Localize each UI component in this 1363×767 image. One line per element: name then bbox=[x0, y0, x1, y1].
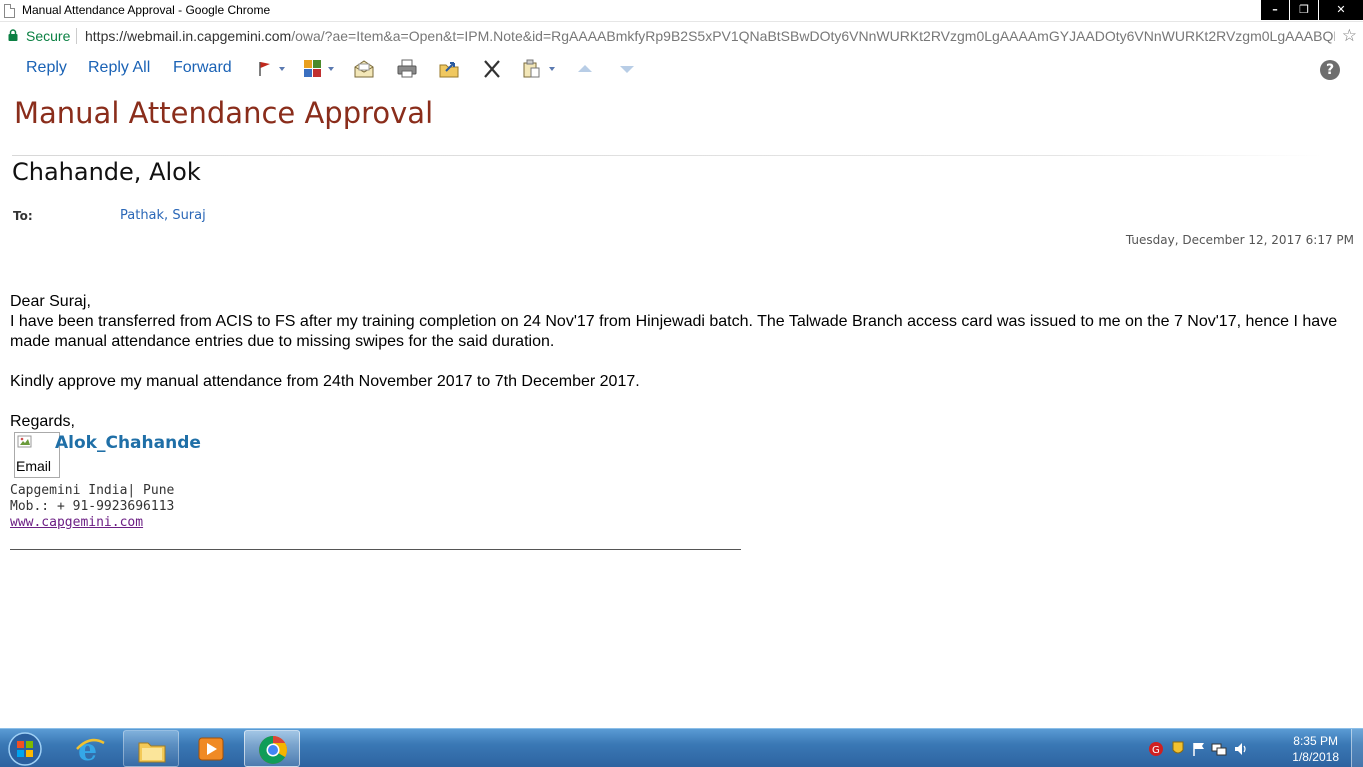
categories-dropdown-caret[interactable] bbox=[328, 67, 334, 71]
security-tray-icon[interactable]: G bbox=[1148, 741, 1164, 757]
window-title-bar: Manual Attendance Approval - Google Chro… bbox=[0, 0, 1363, 22]
url-host: https://webmail.in.capgemini.com bbox=[85, 28, 292, 44]
taskbar-media-player[interactable] bbox=[183, 730, 239, 767]
minimize-button[interactable]: – bbox=[1261, 0, 1289, 20]
message-body: Dear Suraj, I have been transferred from… bbox=[10, 292, 1360, 432]
url-path: /owa/?ae=Item&a=Open&t=IPM.Note&id=RgAAA… bbox=[291, 28, 1335, 44]
signature-company: Capgemini India| Pune bbox=[10, 483, 175, 498]
restore-button[interactable]: ❐ bbox=[1290, 0, 1318, 20]
message-date: Tuesday, December 12, 2017 6:17 PM bbox=[1125, 233, 1354, 247]
signature-image: Email bbox=[14, 432, 60, 478]
taskbar: e G 8:35 PM 1/8/2018 bbox=[0, 728, 1363, 767]
body-paragraph-1: I have been transferred from ACIS to FS … bbox=[10, 313, 1338, 350]
flag-icon[interactable] bbox=[256, 59, 278, 79]
bookmark-star-icon[interactable]: ☆ bbox=[1342, 26, 1357, 46]
clock-time: 8:35 PM bbox=[1293, 734, 1338, 748]
lock-icon bbox=[8, 29, 18, 41]
chrome-icon bbox=[259, 736, 287, 764]
taskbar-clock[interactable]: 8:35 PM 1/8/2018 bbox=[1292, 733, 1339, 765]
address-bar[interactable]: Secure https://webmail.in.capgemini.com/… bbox=[0, 23, 1363, 50]
clock-date: 1/8/2018 bbox=[1292, 750, 1339, 764]
signature-divider bbox=[10, 549, 741, 550]
show-desktop-button[interactable] bbox=[1351, 729, 1363, 767]
categories-icon[interactable] bbox=[303, 59, 325, 79]
reply-all-button[interactable]: Reply All bbox=[88, 59, 150, 77]
svg-text:G: G bbox=[1152, 745, 1160, 756]
junk-dropdown-caret[interactable] bbox=[549, 67, 555, 71]
signature-image-alt: Email bbox=[16, 458, 52, 474]
broken-image-icon bbox=[17, 435, 32, 448]
next-item-icon[interactable] bbox=[616, 59, 638, 79]
window-title: Manual Attendance Approval - Google Chro… bbox=[22, 3, 271, 17]
message-subject: Manual Attendance Approval bbox=[14, 96, 434, 130]
message-sender[interactable]: Chahande, Alok bbox=[12, 158, 201, 186]
action-center-flag-icon[interactable] bbox=[1191, 741, 1207, 757]
mark-unread-icon[interactable] bbox=[353, 59, 375, 79]
flag-dropdown-caret[interactable] bbox=[279, 67, 285, 71]
start-button-icon[interactable] bbox=[5, 731, 45, 767]
taskbar-google-chrome[interactable] bbox=[244, 730, 300, 767]
to-label: To: bbox=[13, 209, 33, 223]
folder-icon bbox=[138, 742, 166, 763]
close-button[interactable]: ✕ bbox=[1319, 0, 1363, 20]
address-separator bbox=[76, 28, 77, 44]
move-to-folder-icon[interactable] bbox=[438, 59, 460, 79]
greeting: Dear Suraj, bbox=[10, 293, 91, 310]
print-icon[interactable] bbox=[396, 59, 418, 79]
signature-name: Alok_Chahande bbox=[55, 433, 201, 453]
signature-details: Capgemini India| Pune Mob.: + 91-9923696… bbox=[10, 483, 174, 531]
shield-tray-icon[interactable] bbox=[1170, 741, 1186, 757]
page-icon bbox=[4, 4, 15, 18]
taskbar-internet-explorer[interactable]: e bbox=[62, 730, 118, 767]
delete-icon[interactable] bbox=[481, 59, 503, 79]
network-icon[interactable] bbox=[1211, 741, 1227, 757]
junk-mail-icon[interactable] bbox=[522, 59, 544, 79]
reply-button[interactable]: Reply bbox=[26, 59, 67, 77]
help-icon[interactable]: ? bbox=[1320, 60, 1340, 80]
signature-mobile: Mob.: + 91-9923696113 bbox=[10, 499, 175, 514]
forward-button[interactable]: Forward bbox=[173, 59, 232, 77]
signature-website-link[interactable]: www.capgemini.com bbox=[10, 515, 143, 530]
closing: Regards, bbox=[10, 413, 75, 430]
taskbar-file-explorer[interactable] bbox=[123, 730, 179, 767]
media-player-icon bbox=[198, 737, 224, 761]
internet-explorer-icon: e bbox=[76, 733, 105, 765]
url-field[interactable]: https://webmail.in.capgemini.com/owa/?ae… bbox=[85, 28, 1335, 44]
header-divider bbox=[12, 155, 1322, 156]
svg-text:e: e bbox=[78, 733, 97, 765]
to-recipient[interactable]: Pathak, Suraj bbox=[120, 208, 206, 223]
secure-label: Secure bbox=[26, 28, 71, 44]
body-paragraph-2: Kindly approve my manual attendance from… bbox=[10, 373, 640, 390]
volume-icon[interactable] bbox=[1233, 741, 1249, 757]
message-toolbar: Reply Reply All Forward ? bbox=[0, 52, 1363, 86]
window-controls: – ❐ ✕ bbox=[1260, 0, 1363, 20]
previous-item-icon[interactable] bbox=[574, 59, 596, 79]
